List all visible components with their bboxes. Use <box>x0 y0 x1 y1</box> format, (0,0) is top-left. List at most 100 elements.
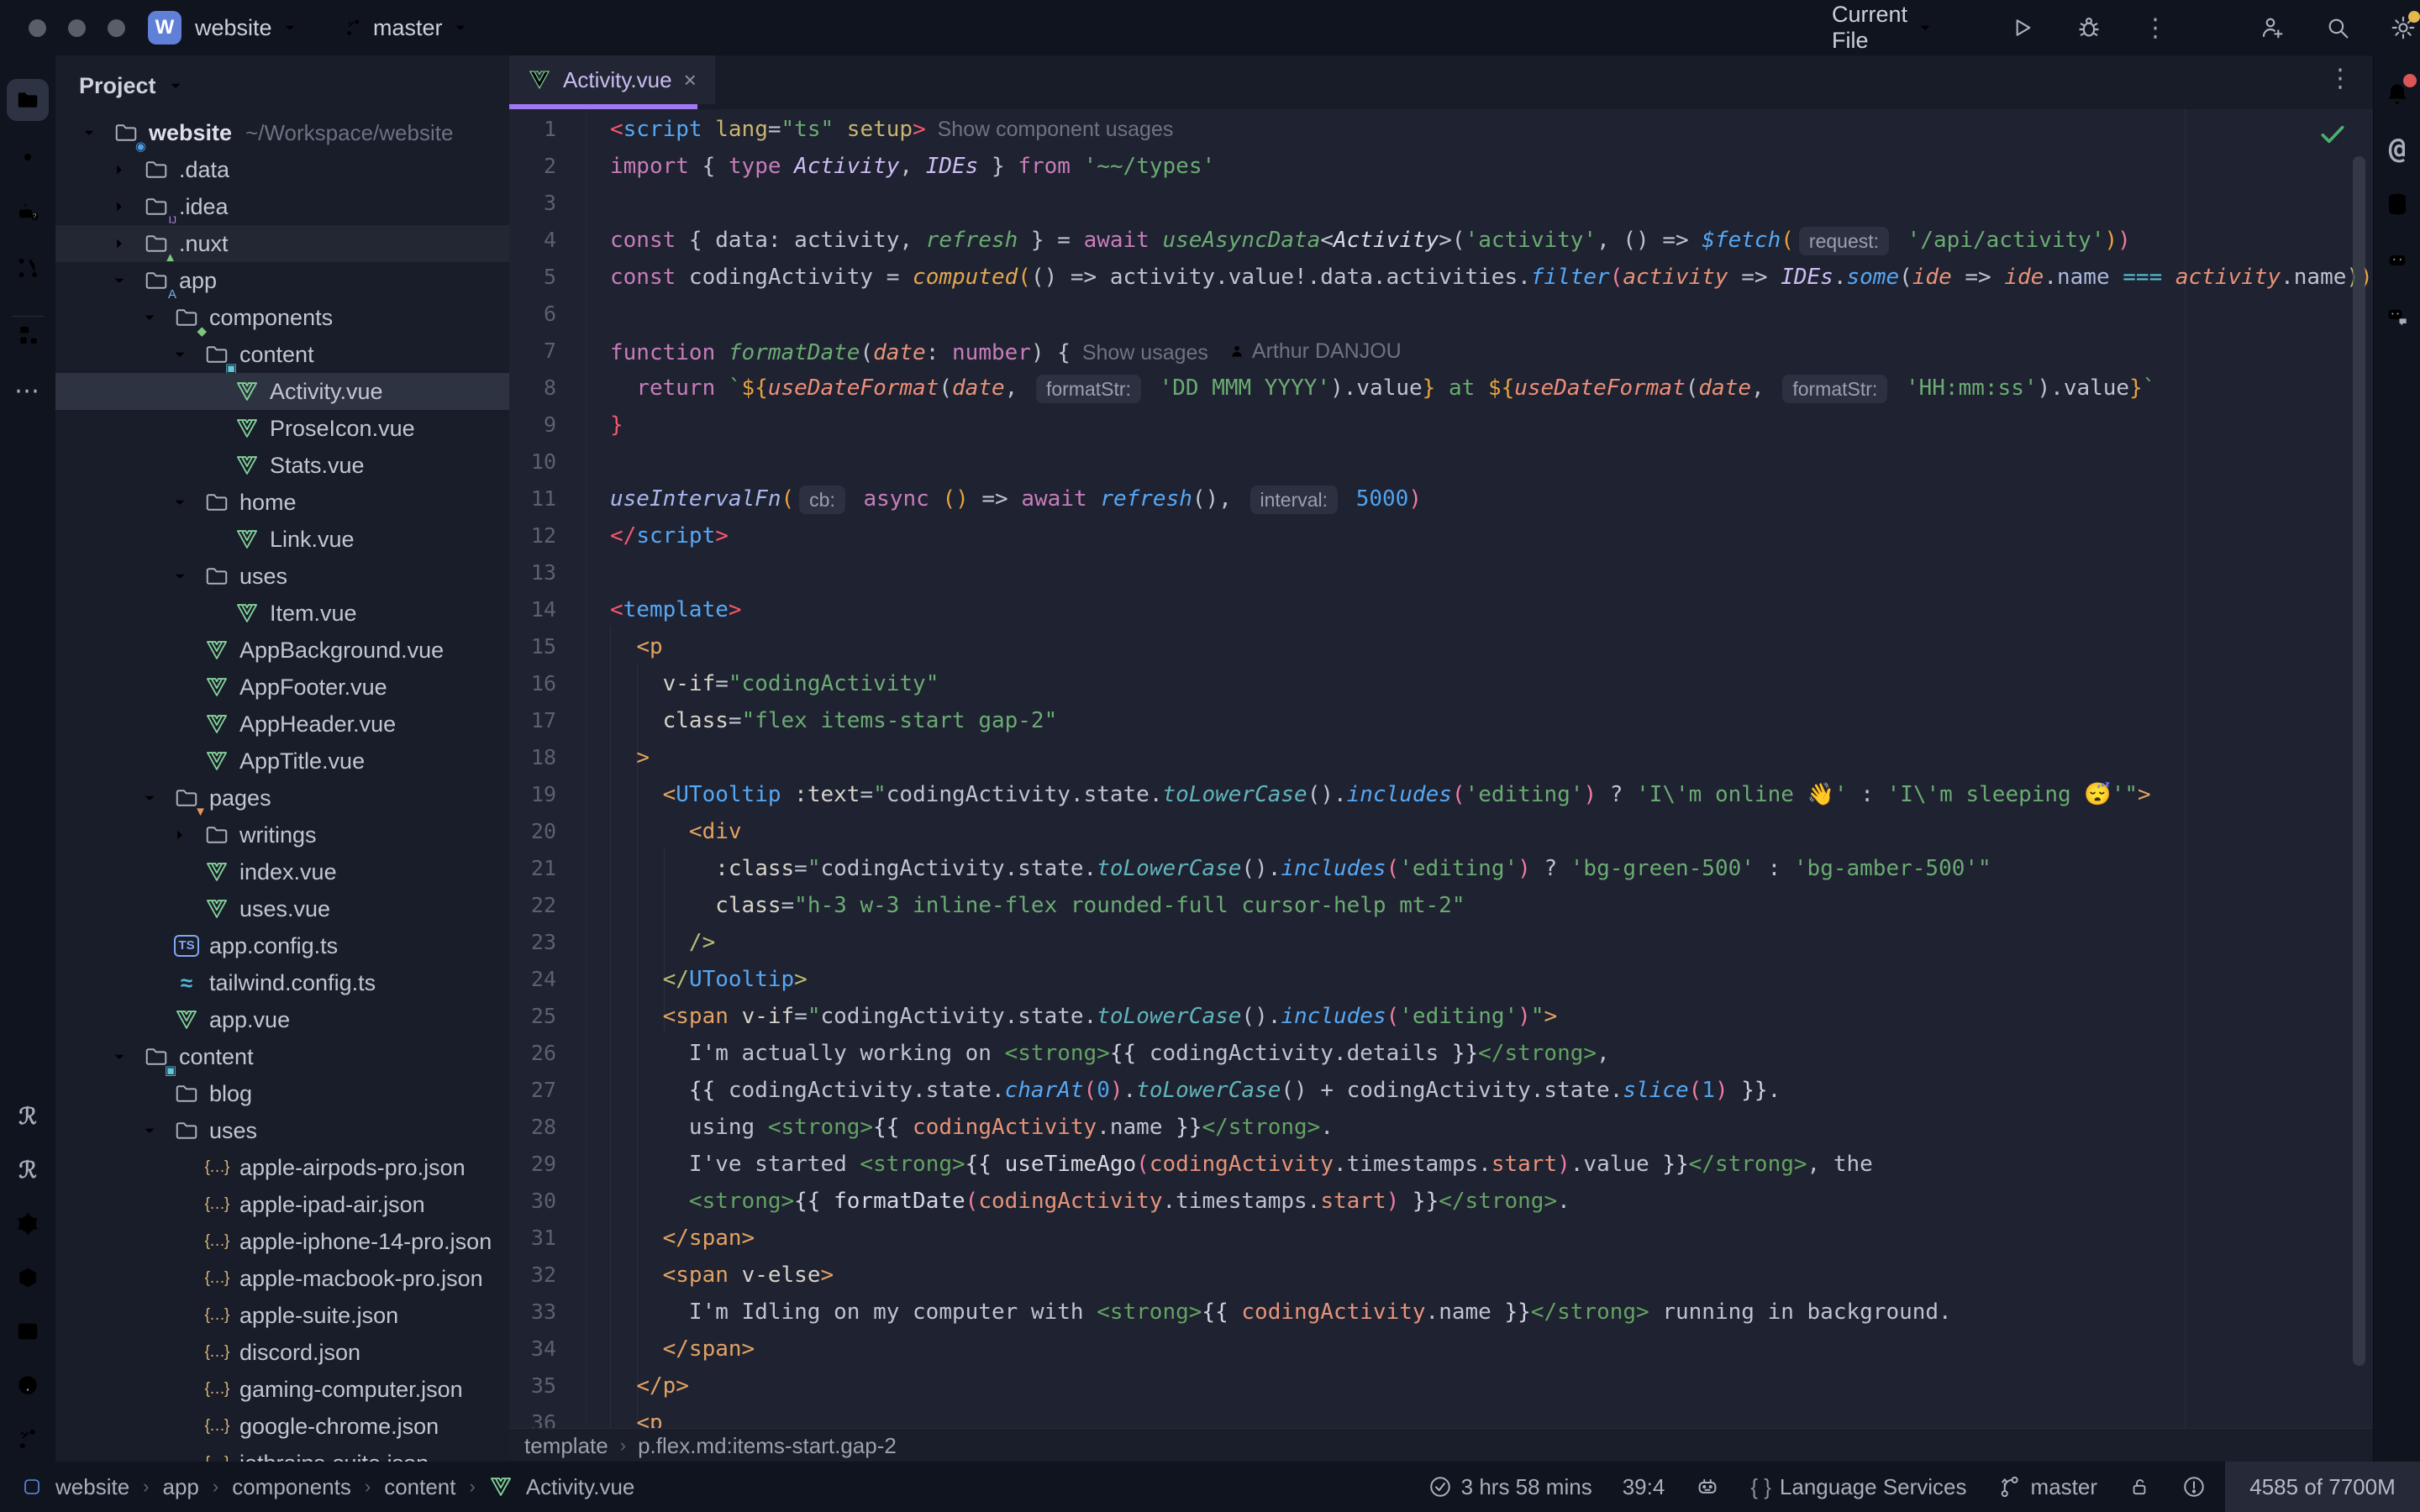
tree-row-.data[interactable]: .data <box>55 151 509 188</box>
tree-row-jetbrains-suite.json[interactable]: {…}jetbrains-suite.json <box>55 1445 509 1462</box>
code-line-18[interactable]: > <box>610 739 650 776</box>
chevron-collapsed-icon[interactable] <box>110 197 129 216</box>
code-line-11[interactable]: useIntervalFn(cb: async () => await refr… <box>610 480 1422 517</box>
code-viewport[interactable]: 1<script lang="ts" setup> Show component… <box>509 109 2373 1428</box>
tree-row-app[interactable]: Aapp <box>55 262 509 299</box>
tree-row-proseicon.vue[interactable]: ProseIcon.vue <box>55 410 509 447</box>
graphql-tool[interactable] <box>7 1203 49 1245</box>
memory-indicator[interactable]: 4585 of 7700M <box>2225 1462 2420 1512</box>
tree-row-app.config.ts[interactable]: TSapp.config.ts <box>55 927 509 964</box>
tree-row-appbackground.vue[interactable]: AppBackground.vue <box>55 632 509 669</box>
language-services[interactable]: { }Language Services <box>1750 1474 1966 1500</box>
file-lock[interactable] <box>2128 1475 2151 1499</box>
tree-row-uses[interactable]: uses <box>55 1112 509 1149</box>
chat-plugin[interactable] <box>2376 294 2418 336</box>
r-console-tool[interactable]: ℛ <box>7 1095 49 1137</box>
tree-row-uses[interactable]: uses <box>55 558 509 595</box>
project-tool[interactable] <box>7 79 49 121</box>
tree-row-apptitle.vue[interactable]: AppTitle.vue <box>55 743 509 780</box>
code-line-24[interactable]: </UTooltip> <box>610 961 808 998</box>
problems-widget[interactable] <box>2181 1474 2207 1499</box>
tree-row-stats.vue[interactable]: Stats.vue <box>55 447 509 484</box>
chevron-expanded-icon[interactable] <box>171 493 189 512</box>
code-line-1[interactable]: <script lang="ts" setup> Show component … <box>610 111 1173 148</box>
status-crumb-file[interactable]: Activity.vue <box>526 1474 635 1500</box>
chevron-expanded-icon[interactable] <box>171 567 189 585</box>
add-user-icon[interactable] <box>2259 14 2286 41</box>
tree-row-app.vue[interactable]: app.vue <box>55 1001 509 1038</box>
tree-row-tailwind.config.ts[interactable]: ≈tailwind.config.ts <box>55 964 509 1001</box>
code-line-30[interactable]: <strong>{{ formatDate(codingActivity.tim… <box>610 1183 1570 1220</box>
tree-row-link.vue[interactable]: Link.vue <box>55 521 509 558</box>
project-panel-header[interactable]: Project <box>79 67 185 104</box>
tree-row-item.vue[interactable]: Item.vue <box>55 595 509 632</box>
code-line-7[interactable]: function formatDate(date: number) { Show… <box>610 333 1402 370</box>
tab-activity-vue[interactable]: Activity.vue × <box>509 55 715 104</box>
window-controls[interactable] <box>29 19 125 37</box>
chevron-collapsed-icon[interactable] <box>110 234 129 253</box>
code-line-4[interactable]: const { data: activity, refresh } = awai… <box>610 222 2131 259</box>
code-line-14[interactable]: <template> <box>610 591 742 628</box>
code-line-35[interactable]: </p> <box>610 1368 689 1404</box>
devtools-tool[interactable] <box>7 1257 49 1299</box>
tree-row-content[interactable]: ▣content <box>55 336 509 373</box>
time-tracker[interactable]: 3 hrs 58 mins <box>1428 1474 1592 1500</box>
pull-requests-tool[interactable] <box>7 247 49 289</box>
status-crumb-content[interactable]: content <box>384 1474 455 1500</box>
code-line-34[interactable]: </span> <box>610 1331 755 1368</box>
code-line-26[interactable]: I'm actually working on <strong>{{ codin… <box>610 1035 1610 1072</box>
tree-row-website[interactable]: ◉website~/Workspace/website <box>55 114 509 151</box>
code-line-9[interactable]: } <box>610 407 623 444</box>
version-control-tool[interactable] <box>7 1418 49 1460</box>
problems-tool[interactable] <box>7 1364 49 1406</box>
code-line-5[interactable]: const codingActivity = computed(() => ac… <box>610 259 2373 296</box>
code-line-31[interactable]: </span> <box>610 1220 755 1257</box>
notifications[interactable] <box>2376 72 2418 114</box>
breadcrumb-tag[interactable]: template <box>524 1433 608 1459</box>
inspections-ok-icon[interactable] <box>2316 118 2349 151</box>
tree-row-home[interactable]: home <box>55 484 509 521</box>
settings-gear-icon[interactable] <box>2390 14 2417 41</box>
tree-row-.idea[interactable]: IJ.idea <box>55 188 509 225</box>
chevron-expanded-icon[interactable] <box>110 271 129 290</box>
tree-row-activity.vue[interactable]: Activity.vue <box>55 373 509 410</box>
code-line-19[interactable]: <UTooltip :text="codingActivity.state.to… <box>610 776 2151 813</box>
code-line-23[interactable]: /> <box>610 924 715 961</box>
tab-list-more-icon[interactable]: ⋮ <box>2328 64 2353 93</box>
tree-row-google-chrome.json[interactable]: {…}google-chrome.json <box>55 1408 509 1445</box>
status-crumb-app[interactable]: app <box>162 1474 198 1500</box>
tree-row-apple-macbook-pro.json[interactable]: {…}apple-macbook-pro.json <box>55 1260 509 1297</box>
ai-chat-tool[interactable]: ? <box>7 192 49 234</box>
tree-row-pages[interactable]: ▼pages <box>55 780 509 816</box>
status-breadcrumbs[interactable]: website›app›components›content›Activity.… <box>0 1474 634 1500</box>
code-line-15[interactable]: <p <box>610 628 663 665</box>
terminal-tool[interactable] <box>7 1310 49 1352</box>
tree-row-writings[interactable]: writings <box>55 816 509 853</box>
chevron-expanded-icon[interactable] <box>140 308 159 327</box>
status-crumb-website[interactable]: website <box>55 1474 129 1500</box>
chevron-expanded-icon[interactable] <box>110 1047 129 1066</box>
chevron-expanded-icon[interactable] <box>140 789 159 807</box>
code-line-32[interactable]: <span v-else> <box>610 1257 834 1294</box>
more-actions-icon[interactable]: ⋮ <box>2143 13 2168 43</box>
git-branch-widget[interactable]: master <box>1997 1474 2097 1500</box>
commit-tool[interactable] <box>7 136 49 178</box>
code-line-29[interactable]: I've started <strong>{{ useTimeAgo(codin… <box>610 1146 1873 1183</box>
tree-row-uses.vue[interactable]: uses.vue <box>55 890 509 927</box>
editor-scrollbar[interactable] <box>2353 156 2365 1366</box>
search-icon[interactable] <box>2324 14 2351 41</box>
code-line-17[interactable]: class="flex items-start gap-2" <box>610 702 1057 739</box>
chevron-collapsed-icon[interactable] <box>171 826 189 844</box>
tree-row-.nuxt[interactable]: ▲.nuxt <box>55 225 509 262</box>
tree-row-content[interactable]: ▣content <box>55 1038 509 1075</box>
assistant-plugin[interactable] <box>2376 239 2418 281</box>
code-line-27[interactable]: {{ codingActivity.state.charAt(0).toLowe… <box>610 1072 1781 1109</box>
code-line-16[interactable]: v-if="codingActivity" <box>610 665 939 702</box>
tree-row-appheader.vue[interactable]: AppHeader.vue <box>55 706 509 743</box>
code-line-25[interactable]: <span v-if="codingActivity.state.toLower… <box>610 998 1557 1035</box>
chevron-collapsed-icon[interactable] <box>110 160 129 179</box>
code-line-2[interactable]: import { type Activity, IDEs } from '~~/… <box>610 148 1215 185</box>
structure-tool[interactable] <box>7 314 49 356</box>
tree-row-apple-airpods-pro.json[interactable]: {…}apple-airpods-pro.json <box>55 1149 509 1186</box>
tree-row-discord.json[interactable]: {…}discord.json <box>55 1334 509 1371</box>
